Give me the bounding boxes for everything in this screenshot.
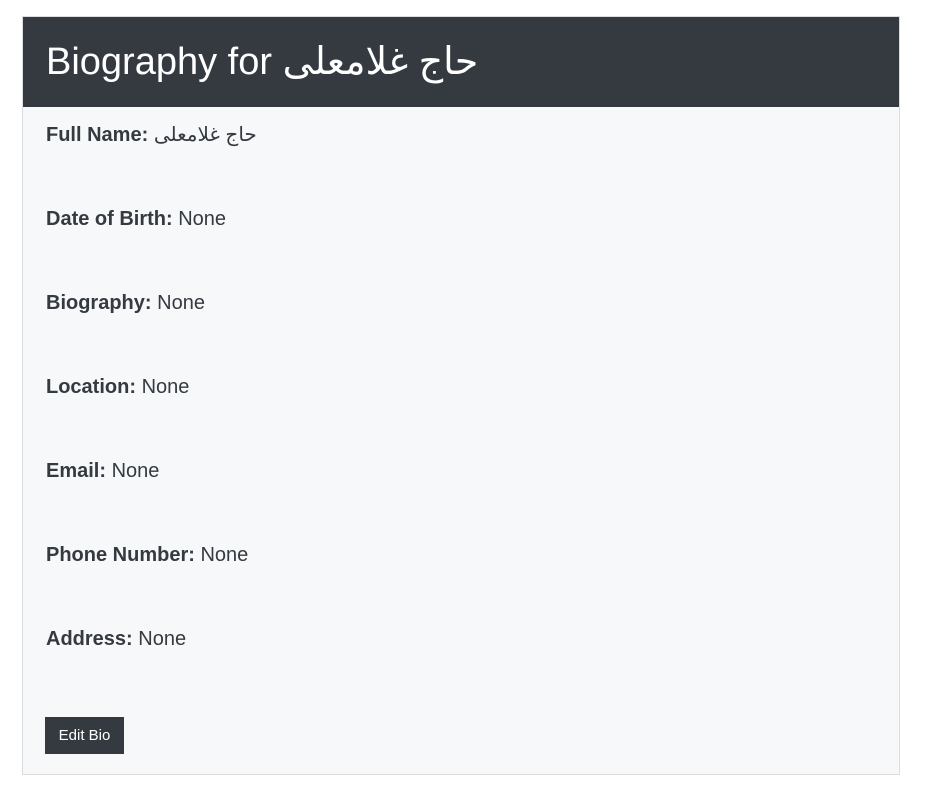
field-biography: Biography: None	[46, 293, 205, 313]
field-value: None	[200, 544, 249, 566]
field-label: Address:	[46, 628, 133, 650]
card-header: Biography for حاج غلامعلی	[23, 17, 899, 107]
field-date-of-birth: Date of Birth: None	[46, 209, 226, 229]
page-title-prefix: Biography for	[46, 41, 273, 83]
field-label: Full Name:	[46, 124, 149, 146]
field-location: Location: None	[46, 377, 189, 397]
field-value: None	[138, 628, 187, 650]
page-title: Biography for حاج غلامعلی	[46, 43, 478, 81]
edit-bio-button[interactable]: Edit Bio	[45, 717, 124, 754]
field-address: Address: None	[46, 629, 186, 649]
field-label: Phone Number:	[46, 544, 195, 566]
field-value: None	[178, 208, 227, 230]
field-value: None	[111, 460, 160, 482]
field-full-name: Full Name: حاج غلامعلی	[46, 125, 257, 145]
field-label: Date of Birth:	[46, 208, 173, 230]
field-value: None	[157, 292, 205, 314]
biography-card: Biography for حاج غلامعلی Full Name: حاج…	[22, 16, 900, 775]
field-label: Email:	[46, 460, 107, 482]
field-value: None	[141, 376, 190, 398]
field-email: Email: None	[46, 461, 159, 481]
field-label: Location:	[46, 376, 136, 398]
field-phone-number: Phone Number: None	[46, 545, 248, 565]
page-title-name: حاج غلامعلی	[282, 41, 479, 83]
field-value: حاج غلامعلی	[153, 124, 257, 146]
field-label: Biography:	[46, 292, 152, 314]
